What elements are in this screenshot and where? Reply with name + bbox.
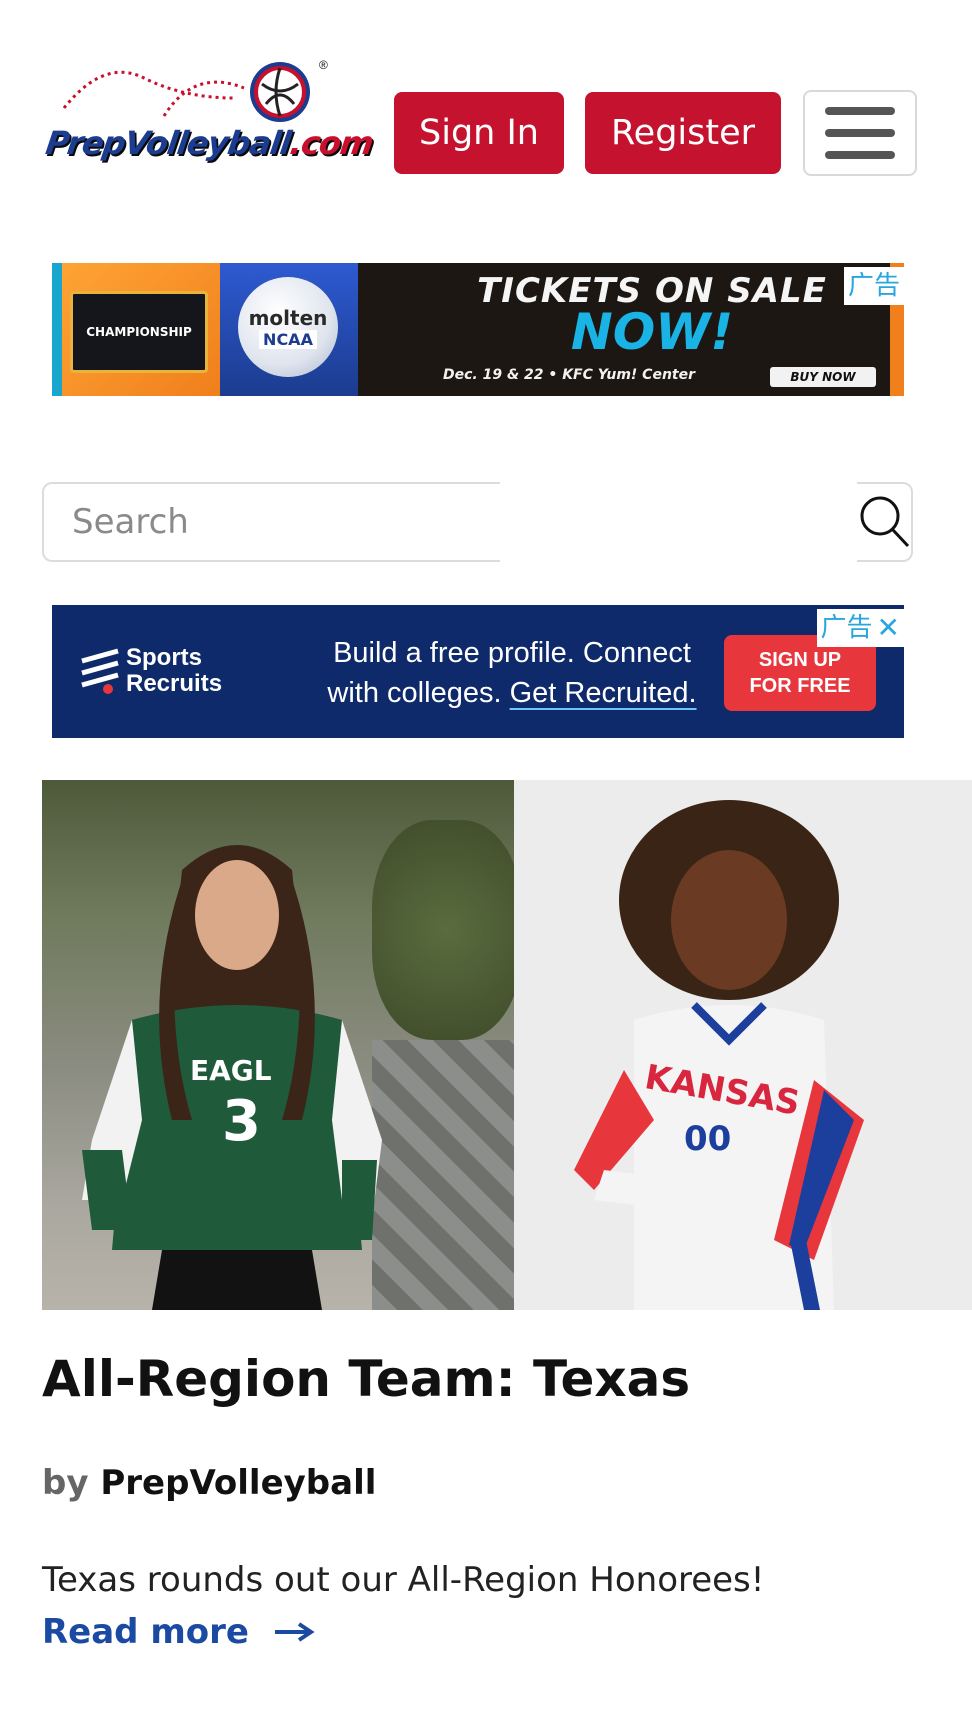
ad-label[interactable]: 广告: [843, 267, 904, 305]
ad-banner-tickets[interactable]: CHAMPIONSHIP molten NCAA TICKETS ON SALE…: [52, 263, 904, 396]
hamburger-menu-icon[interactable]: [803, 90, 917, 176]
jersey-text-left: EAGL: [190, 1054, 272, 1087]
search-bar: [42, 482, 913, 562]
volleyball-icon: molten NCAA: [238, 277, 338, 377]
arrow-right-icon: [274, 1622, 315, 1642]
search-input[interactable]: [42, 482, 500, 562]
article-summary: Texas rounds out our All-Region Honorees…: [42, 1560, 765, 1600]
hero-photo-left: EAGL 3: [42, 780, 522, 1310]
jersey-number-left: 3: [222, 1089, 261, 1154]
ball-league: NCAA: [259, 329, 317, 349]
article-title[interactable]: All-Region Team: Texas: [42, 1350, 942, 1408]
hero-photo-right: KANSAS 00: [514, 780, 972, 1310]
sign-in-button[interactable]: Sign In: [394, 92, 564, 174]
article-byline: by PrepVolleyball: [42, 1463, 376, 1503]
championship-logo: CHAMPIONSHIP: [70, 291, 208, 373]
jersey-number-right: 00: [684, 1119, 731, 1159]
byline-author[interactable]: PrepVolleyball: [100, 1463, 376, 1503]
ad-headline-emphasis: Get Recruited.: [509, 677, 697, 709]
ad-headline: Build a free profile. Connect with colle…: [262, 633, 762, 713]
article-hero-image[interactable]: EAGL 3 KANSAS 00: [42, 780, 972, 1310]
ad-headline-line-1: Build a free profile. Connect: [333, 637, 691, 669]
search-icon[interactable]: [857, 482, 913, 562]
register-button[interactable]: Register: [585, 92, 781, 174]
player-photo-eagles: EAGL 3: [82, 845, 382, 1310]
menu-bar: [825, 107, 895, 115]
sportsrecruits-brand: Sports Recruits: [126, 644, 223, 697]
ad-label[interactable]: 广告 ✕: [816, 609, 904, 647]
ad-buy-now-button[interactable]: BUY NOW: [770, 367, 876, 387]
logo-wordmark: PrepVolleyball.com: [43, 124, 376, 162]
player-photo-kansas: KANSAS 00: [574, 800, 864, 1310]
ad-banner-sportsrecruits[interactable]: Sports Recruits Build a free profile. Co…: [52, 605, 904, 738]
ad-headline-part: with colleges.: [327, 677, 502, 709]
ad-label-text: 广告: [820, 613, 873, 643]
byline-label: by: [42, 1463, 89, 1503]
read-more-link[interactable]: Read more: [42, 1612, 315, 1652]
registered-mark: ®: [319, 58, 328, 72]
ad-event-details: Dec. 19 & 22 • KFC Yum! Center: [442, 367, 696, 383]
close-icon[interactable]: ✕: [877, 609, 900, 647]
menu-bar: [825, 129, 895, 137]
ball-brand: molten: [248, 305, 328, 330]
ad-headline-now: NOW!: [570, 303, 734, 361]
site-logo[interactable]: PrepVolleyball.com ®: [43, 58, 375, 168]
menu-bar: [825, 151, 895, 159]
read-more-label: Read more: [42, 1612, 249, 1652]
ad-headline-line-2: with colleges. Get Recruited.: [262, 673, 762, 713]
